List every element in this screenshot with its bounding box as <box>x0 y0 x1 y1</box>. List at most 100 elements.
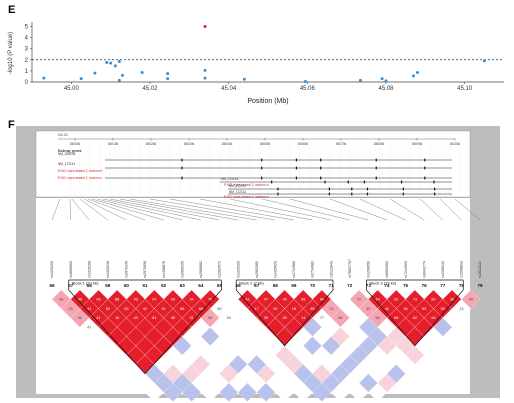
ld-value: 40 <box>469 298 473 302</box>
ld-value: 62 <box>413 316 417 320</box>
exon <box>295 166 298 170</box>
exon <box>351 187 353 191</box>
exon <box>295 176 298 180</box>
snp-label: rs6063953 <box>385 261 389 278</box>
ld-value: 69 <box>376 316 380 320</box>
ld-value: 68 <box>338 316 342 320</box>
snp-label: rs1568813 <box>460 261 464 278</box>
snp-label: rs2734980 <box>292 261 296 278</box>
ld-value: 92 <box>394 298 398 302</box>
exon <box>328 187 330 191</box>
snp-number: 72 <box>347 283 353 288</box>
exon <box>320 166 322 170</box>
snp-label: rs2970698 <box>143 261 147 278</box>
ld-value: 53 <box>422 307 426 311</box>
exon <box>320 158 322 162</box>
ld-value: 30 <box>282 316 286 320</box>
ld-value: 91 <box>162 307 166 311</box>
chromosome-label: Chr 20 <box>58 133 68 137</box>
snp-label: rs78607767 <box>348 259 352 278</box>
ld-value: 13 <box>459 307 463 311</box>
ld-value: 96 <box>282 298 286 302</box>
snp-label: rs1296656 <box>367 261 371 278</box>
snp-label: rs1325209 <box>50 261 54 278</box>
exon <box>424 176 426 180</box>
ld-value: 73 <box>413 298 417 302</box>
block-label: Block 1 (20 kb) <box>72 281 99 286</box>
exon <box>375 176 377 180</box>
ld-value: 50 <box>441 307 445 311</box>
exon <box>328 192 330 196</box>
scale-tick-label: 45000k <box>70 142 81 146</box>
ld-value: 34 <box>208 316 212 320</box>
exon <box>375 166 377 170</box>
exon <box>402 187 404 191</box>
ld-haploview-figure: Chr 20 45000k 45010k 45020k 45030k 45040k 450… <box>16 126 500 402</box>
snp-number: 56 <box>49 283 55 288</box>
exon <box>400 180 403 184</box>
snp-number: 68 <box>273 283 279 288</box>
exon <box>277 187 279 191</box>
snp-label: rs1325206 <box>87 261 91 278</box>
exon <box>434 192 436 196</box>
exon <box>363 180 366 184</box>
ld-value: 94 <box>189 298 193 302</box>
ld-value: 74 <box>329 307 333 311</box>
snp-number: 64 <box>198 283 204 288</box>
transcript-id: NM_172111 <box>229 184 246 188</box>
ld-value: 45 <box>366 307 370 311</box>
genome-browser-track <box>35 130 471 198</box>
block-label: Block 2 (7 kb) <box>239 281 264 286</box>
ld-value: 41 <box>87 307 91 311</box>
block-label: Block 3 (13 kb) <box>369 281 396 286</box>
ld-value: 64 <box>431 316 435 320</box>
ld-value: 80 <box>217 307 221 311</box>
snp-number: 62 <box>161 283 167 288</box>
exon <box>271 180 273 184</box>
snp-label: rs2969155 <box>180 261 184 278</box>
snp-label: rs7244903 <box>404 261 408 278</box>
scale-tick-label: 45090k <box>412 142 423 146</box>
snp-label: rs2962572 <box>218 261 222 278</box>
ld-value: 47 <box>87 326 91 330</box>
snp-number: 69 <box>291 283 297 288</box>
scale-tick-label: 45020k <box>146 142 157 146</box>
ld-value: 42 <box>143 307 147 311</box>
transcript-id: NM_172113 <box>221 177 238 181</box>
exon <box>424 158 426 162</box>
ld-value: 40 <box>78 316 82 320</box>
ld-value: 39 <box>264 316 268 320</box>
ld-value: 98 <box>301 298 305 302</box>
ld-value: 96 <box>59 298 63 302</box>
ld-value: 97 <box>264 298 268 302</box>
ld-value: 88 <box>199 307 203 311</box>
scale-tick-label: 45100k <box>450 142 461 146</box>
exon <box>347 180 349 184</box>
exon <box>366 192 369 196</box>
snp-number: 63 <box>180 283 186 288</box>
ld-value: 77 <box>320 316 324 320</box>
exon <box>434 187 436 191</box>
exon <box>320 176 322 180</box>
ld-value: 46 <box>403 307 407 311</box>
exon <box>181 176 183 180</box>
exon <box>366 187 369 191</box>
scale-tick-label: 45050k <box>260 142 271 146</box>
snp-label: rs1498878 <box>162 261 166 278</box>
exon <box>351 192 353 196</box>
exon <box>261 158 263 162</box>
snp-label: rs2992085 <box>255 261 259 278</box>
ld-value: 99 <box>171 298 175 302</box>
snp-number: 76 <box>422 283 428 288</box>
ld-value: 17 <box>255 307 259 311</box>
ld-value: 88 <box>115 298 119 302</box>
ld-value: 68 <box>394 316 398 320</box>
transcript-note: EYA2: eyes absent 2, isoform c <box>58 176 103 180</box>
snp-number: 75 <box>403 283 409 288</box>
ld-value: 88 <box>180 307 184 311</box>
exon <box>277 192 279 196</box>
ld-value: 86 <box>310 307 314 311</box>
ld-value: 72 <box>357 298 361 302</box>
exon <box>295 158 298 162</box>
scale-tick-label: 45080k <box>374 142 385 146</box>
